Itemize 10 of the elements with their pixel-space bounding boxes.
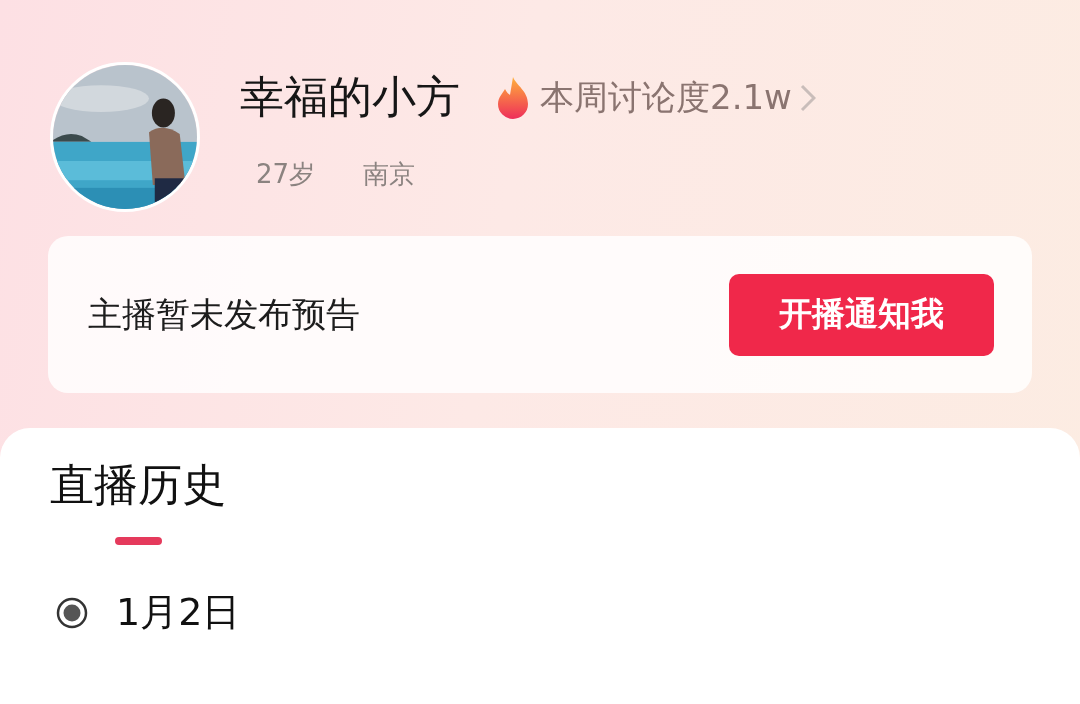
chevron-right-icon [799,83,816,112]
user-name: 幸福的小方 [240,70,460,124]
profile-tag: 南京 [363,157,416,192]
radio-dot-icon [56,596,88,629]
section-tab[interactable]: 直播历史 [50,456,226,545]
notify-button[interactable]: 开播通知我 [729,273,994,356]
history-date: 1月2日 [116,589,241,636]
heat-link[interactable]: 本周讨论度2.1w [494,74,816,121]
notice-text: 主播暂未发布预告 [88,292,360,336]
profile-tag: 27岁 [256,157,316,192]
